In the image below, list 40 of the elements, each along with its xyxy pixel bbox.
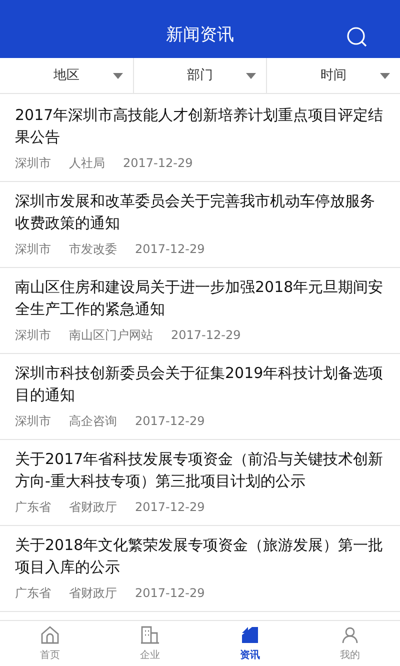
document-icon bbox=[240, 624, 260, 644]
region-label: 广东省 bbox=[15, 499, 51, 516]
date-label: 2017-12-29 bbox=[123, 155, 193, 172]
caret-icon bbox=[112, 72, 123, 78]
region-label: 广东省 bbox=[15, 585, 51, 602]
department-label: 人社局 bbox=[69, 155, 105, 172]
region-label: 深圳市 bbox=[15, 413, 51, 430]
department-label: 省财政厅 bbox=[69, 585, 117, 602]
article-title[interactable]: 关于2018年文化繁荣发展专项资金（旅游发展）第一批项目入库的公示 bbox=[15, 534, 385, 578]
article-title[interactable]: 关于2017年省科技发展专项资金（前沿与关键技术创新方向-重大科技专项）第三批项目计划的公示 bbox=[15, 448, 385, 492]
page-title: 新闻资讯 bbox=[166, 24, 234, 46]
department-label: 市发改委 bbox=[69, 241, 117, 258]
person-icon bbox=[340, 624, 360, 644]
tab-bar-item[interactable]: 我的 bbox=[300, 621, 400, 666]
article-title[interactable]: 深圳市科技创新委员会关于征集2019年科技计划备选项目的通知 bbox=[15, 362, 385, 406]
house-icon bbox=[40, 624, 60, 644]
department-label: 南山区门户网站 bbox=[69, 327, 153, 344]
article-title[interactable]: 深圳市发展和改革委员会关于完善我市机动车停放服务收费政策的通知 bbox=[15, 190, 385, 234]
caret-icon bbox=[246, 72, 256, 78]
date-label: 2017-12-29 bbox=[135, 499, 205, 516]
region-label: 深圳市 bbox=[15, 241, 51, 258]
tab-bar-item[interactable]: 首页 bbox=[0, 621, 100, 666]
date-label: 2017-12-29 bbox=[135, 585, 205, 602]
filter-dropdown[interactable]: 部门 bbox=[134, 58, 268, 93]
department-label: 省财政厅 bbox=[69, 499, 117, 516]
article-title[interactable]: 南山区住房和建设局关于进一步加强2018年元旦期间安全生产工作的紧急通知 bbox=[15, 276, 385, 320]
date-label: 2017-12-29 bbox=[135, 413, 205, 430]
filter-dropdown[interactable]: 地区 bbox=[0, 58, 134, 93]
date-label: 2017-12-29 bbox=[171, 327, 241, 344]
building-icon bbox=[140, 624, 160, 644]
date-label: 2017-12-29 bbox=[135, 241, 205, 258]
region-label: 深圳市 bbox=[15, 327, 51, 344]
tab-bar-item[interactable]: 企业 bbox=[100, 621, 200, 666]
tab-bar-item[interactable]: 资讯 bbox=[200, 621, 300, 666]
filter-dropdown[interactable]: 时间 bbox=[267, 58, 400, 93]
article-title[interactable]: 2017年深圳市高技能人才创新培养计划重点项目评定结果公告 bbox=[15, 104, 385, 148]
search-icon[interactable] bbox=[346, 26, 368, 48]
region-label: 深圳市 bbox=[15, 155, 51, 172]
caret-icon bbox=[380, 72, 390, 78]
department-label: 高企咨询 bbox=[69, 413, 117, 430]
